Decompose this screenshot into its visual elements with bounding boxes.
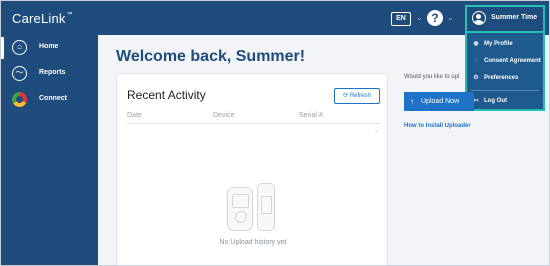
top-bar: CareLink™ EN ⌄ ? ⌄ Summer Time [1, 1, 549, 35]
upload-prompt: Would you like to upl [404, 74, 460, 80]
column-header-date: Date [127, 112, 142, 119]
chevron-down-icon[interactable]: ⌄ [416, 11, 423, 25]
page-title: Welcome back, Summer! [116, 48, 306, 65]
menu-item-my-profile[interactable]: ◉ My Profile [467, 37, 543, 51]
refresh-button[interactable]: ⟳ Refresh [334, 88, 380, 104]
menu-item-preferences[interactable]: ⚙ Preferences [467, 71, 543, 85]
install-uploader-link[interactable]: How to Install Uploader [404, 123, 471, 129]
upload-button-label: Upload Now [421, 98, 460, 105]
pump-device-icon [227, 187, 253, 231]
sidebar-item-connect[interactable]: Connect [1, 89, 98, 111]
sidebar-item-reports[interactable]: 〜 Reports [1, 63, 98, 85]
carelink-logo[interactable]: CareLink™ [12, 11, 73, 26]
sidebar-item-label: Reports [39, 69, 66, 76]
sidebar-item-label: Home [39, 43, 59, 50]
help-icon[interactable]: ? [427, 10, 443, 26]
header-divider [127, 123, 381, 124]
user-name: Summer Time [491, 14, 538, 21]
home-icon: ⌂ [12, 40, 27, 55]
sidebar: ⌂ Home 〜 Reports Connect [1, 35, 98, 265]
chevron-down-icon[interactable]: ⌄ [447, 11, 454, 25]
sidebar-item-home[interactable]: ⌂ Home [1, 37, 98, 59]
user-circle-icon [472, 11, 486, 25]
carelink-page: CareLink™ EN ⌄ ? ⌄ Summer Time ◉ My Prof… [0, 0, 550, 266]
menu-item-label: Preferences [484, 75, 519, 81]
refresh-label: Refresh [349, 93, 371, 99]
scroll-up-icon[interactable]: ⌃ [374, 130, 379, 137]
menu-divider [471, 90, 539, 91]
preferences-icon: ⚙ [473, 75, 479, 81]
refresh-icon: ⟳ [343, 93, 349, 99]
menu-item-consent-agreement[interactable]: ◌ Consent Agreement [467, 54, 543, 68]
menu-item-label: My Profile [484, 41, 513, 47]
user-dropdown-menu: ◉ My Profile ◌ Consent Agreement ⚙ Prefe… [465, 33, 545, 111]
language-selector[interactable]: EN [391, 12, 411, 26]
consent-icon: ◌ [474, 58, 478, 64]
upload-arrow-icon: ↑ [410, 97, 414, 106]
recent-activity-card: Recent Activity ⟳ Refresh Date Device Se… [116, 73, 388, 265]
reports-icon: 〜 [12, 66, 27, 81]
column-header-serial: Serial # [299, 112, 323, 119]
upload-now-button[interactable]: ↑ Upload Now [404, 92, 474, 111]
devices-illustration-icon [227, 183, 277, 233]
menu-item-log-out[interactable]: ↤ Log Out [467, 94, 543, 108]
card-title: Recent Activity [127, 88, 206, 102]
connect-icon [12, 92, 27, 107]
column-header-device: Device [213, 112, 235, 119]
sidebar-item-label: Connect [39, 95, 67, 102]
profile-icon: ◉ [473, 41, 479, 47]
menu-item-label: Log Out [484, 98, 507, 104]
meter-device-icon [257, 183, 275, 231]
menu-item-label: Consent Agreement [484, 58, 541, 64]
user-menu-button[interactable]: Summer Time [465, 5, 545, 33]
empty-state-message: No Upload history yet [219, 239, 287, 246]
